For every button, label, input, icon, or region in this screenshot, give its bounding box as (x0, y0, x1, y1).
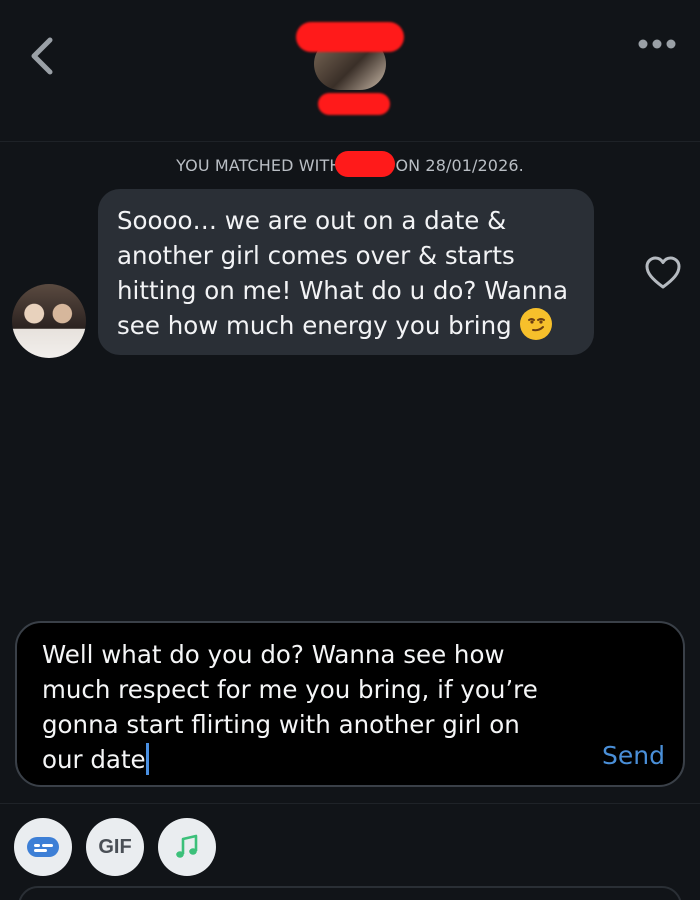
input-line: Well what do you do? Wanna see how (42, 640, 505, 669)
match-notice-suffix: ON 28/01/2026. (395, 156, 524, 175)
message-line: hitting on me! What do u do? Wanna (117, 276, 568, 305)
sticker-button[interactable] (14, 818, 72, 876)
music-button[interactable] (158, 818, 216, 876)
sticker-icon (27, 837, 59, 857)
chat-header (0, 0, 700, 142)
music-note-icon (176, 834, 198, 858)
message-line-last: see how much energy you bring (117, 308, 574, 343)
redaction-mark (318, 93, 390, 115)
ellipsis-icon (638, 39, 676, 49)
gif-button[interactable]: GIF (86, 818, 144, 876)
send-button[interactable]: Send (602, 741, 665, 770)
back-button[interactable] (26, 36, 62, 76)
match-notice: YOU MATCHED WITH ON 28/01/2026. (0, 150, 700, 177)
redaction-mark (296, 22, 404, 52)
message-composer[interactable]: Well what do you do? Wanna see how much … (15, 621, 685, 787)
like-message-button[interactable] (644, 255, 682, 291)
gif-label: GIF (98, 835, 132, 858)
chat-screen: YOU MATCHED WITH ON 28/01/2026. Soooo… we… (0, 0, 700, 900)
message-bubble: Soooo… we are out on a date & another gi… (98, 189, 594, 355)
bottom-panel-edge (18, 886, 682, 900)
input-line: our date (42, 745, 146, 774)
divider (0, 803, 700, 804)
sender-avatar[interactable] (12, 284, 86, 358)
message-line: see how much energy you bring (117, 311, 512, 340)
more-options-button[interactable] (636, 34, 680, 54)
message-line: Soooo… we are out on a date & (117, 206, 507, 235)
smirking-face-icon (519, 308, 552, 340)
message-line: another girl comes over & starts (117, 241, 515, 270)
redaction-mark (335, 150, 396, 177)
input-line: much respect for me you bring, if you’re (42, 675, 538, 704)
input-line: gonna start flirting with another girl o… (42, 710, 520, 739)
chevron-left-icon (31, 37, 53, 75)
heart-icon (645, 256, 681, 289)
message-input[interactable]: Well what do you do? Wanna see how much … (42, 637, 562, 777)
match-notice-prefix: YOU MATCHED WITH (176, 156, 342, 175)
text-caret (145, 743, 149, 775)
input-line-last: our date (42, 742, 562, 777)
